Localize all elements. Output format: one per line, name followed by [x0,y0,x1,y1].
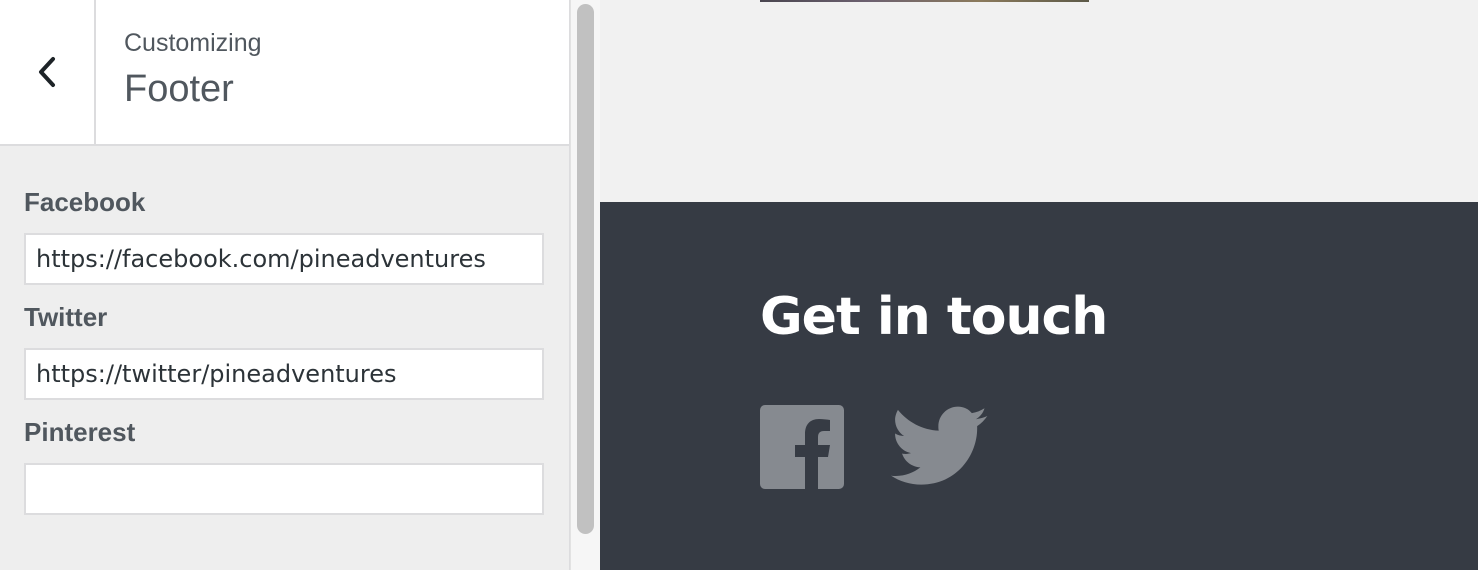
customizer-header: Customizing Footer [0,0,569,146]
site-footer: Get in touch [600,202,1478,570]
section-title: Footer [124,68,234,110]
footer-heading: Get in touch [760,287,1108,347]
pinterest-url-input[interactable] [24,463,544,515]
header-titles: Customizing Footer [124,26,262,116]
twitter-link[interactable] [891,405,989,489]
facebook-url-input[interactable] [24,233,544,285]
twitter-url-input[interactable] [24,348,544,400]
back-button[interactable] [0,0,96,144]
twitter-control: Twitter [24,299,544,400]
scrollbar-thumb[interactable] [577,4,594,534]
customizer-sidebar: Customizing Footer Facebook Twitter Pint… [0,0,570,570]
content-image-edge [760,0,1089,2]
facebook-icon [760,405,844,489]
facebook-control: Facebook [24,184,544,285]
site-preview: Get in touch [600,0,1478,570]
footer-controls: Facebook Twitter Pinterest [24,184,544,529]
twitter-icon [891,405,989,489]
chevron-left-icon [36,55,58,89]
pinterest-label: Pinterest [24,417,136,447]
customizing-label: Customizing [124,29,262,57]
facebook-label: Facebook [24,187,146,217]
twitter-label: Twitter [24,302,108,332]
facebook-link[interactable] [760,405,844,489]
sidebar-scrollbar[interactable] [570,0,600,570]
pinterest-control: Pinterest [24,414,544,515]
